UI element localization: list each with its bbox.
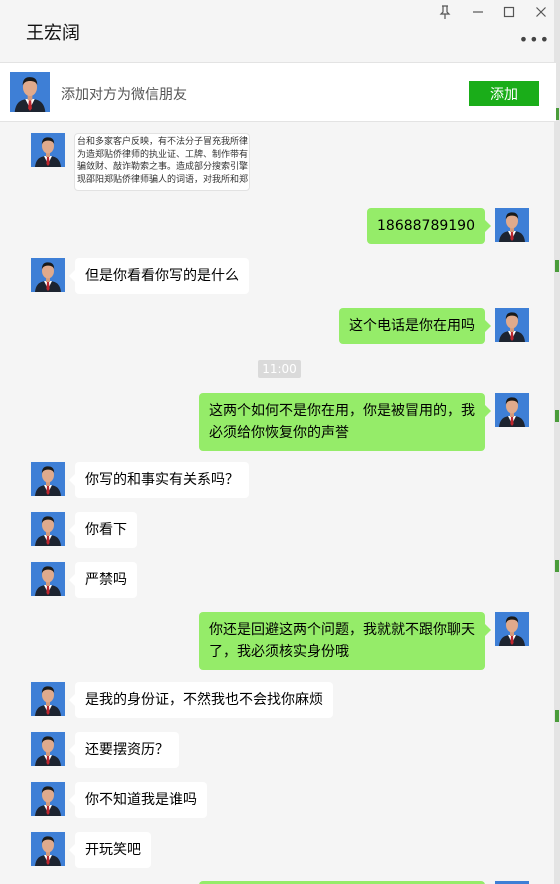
avatar[interactable] (31, 562, 65, 596)
minimize-icon[interactable] (470, 4, 486, 20)
image-text-line: 骗敛财、敲诈勒索之事。造成部分搜索引擎 (77, 162, 249, 172)
incoming-message[interactable]: 开玩笑吧 (69, 832, 151, 868)
close-icon[interactable] (533, 4, 549, 20)
image-text-line: 现邵阳郑贴侨律师骗人的词语，对我所和郑 (77, 174, 249, 185)
time-divider: 11:00 (258, 360, 301, 378)
incoming-message[interactable]: 你不知道我是谁吗 (69, 782, 207, 818)
avatar[interactable] (10, 72, 50, 112)
image-text-line: 台和多家客户反映，有不法分子冒充我所律 (77, 137, 249, 147)
add-friend-bar: 添加对方为微信朋友 添加 (0, 62, 556, 122)
avatar[interactable] (31, 258, 65, 292)
add-friend-button[interactable]: 添加 (469, 81, 539, 106)
incoming-message[interactable]: 你看下 (69, 512, 137, 548)
add-friend-text: 添加对方为微信朋友 (61, 87, 187, 103)
title-bar: 王宏阔 ••• (0, 0, 560, 62)
image-text-line: 为造郑贴侨律师的执业证、工牌、制作带有 (77, 149, 249, 160)
incoming-message[interactable]: 但是你看看你写的是什么 (69, 258, 249, 294)
avatar[interactable] (31, 782, 65, 816)
outgoing-message[interactable]: 这个电话是你在用吗 (339, 308, 491, 344)
avatar[interactable] (31, 512, 65, 546)
pin-icon[interactable] (437, 4, 453, 20)
avatar[interactable] (31, 832, 65, 866)
avatar[interactable] (31, 682, 65, 716)
outgoing-message[interactable]: 这两个如何不是你在用，你是被冒用的，我必须给你恢复你的声誉 (199, 393, 491, 451)
avatar[interactable] (31, 732, 65, 766)
more-icon[interactable]: ••• (519, 30, 550, 49)
avatar[interactable] (31, 133, 65, 167)
outgoing-message[interactable]: 你还是回避这两个问题，我就就不跟你聊天了，我必须核实身份哦 (199, 612, 491, 670)
avatar[interactable] (495, 308, 529, 342)
incoming-message[interactable]: 是我的身份证，不然我也不会找你麻烦 (69, 682, 333, 718)
maximize-icon[interactable] (501, 4, 517, 20)
avatar[interactable] (31, 462, 65, 496)
avatar[interactable] (495, 612, 529, 646)
chat-title: 王宏阔 (26, 23, 80, 44)
incoming-message[interactable]: 严禁吗 (69, 562, 137, 598)
avatar[interactable] (495, 393, 529, 427)
chat-area[interactable]: 台和多家客户反映，有不法分子冒充我所律 为造郑贴侨律师的执业证、工牌、制作带有 … (0, 123, 556, 884)
incoming-message[interactable]: 还要摆资历？ (69, 732, 179, 768)
incoming-message[interactable]: 你写的和事实有关系吗？ (69, 462, 249, 498)
avatar[interactable] (495, 208, 529, 242)
outgoing-message[interactable]: 18688789190 (367, 208, 491, 244)
image-message[interactable]: 台和多家客户反映，有不法分子冒充我所律 为造郑贴侨律师的执业证、工牌、制作带有 … (74, 133, 250, 191)
